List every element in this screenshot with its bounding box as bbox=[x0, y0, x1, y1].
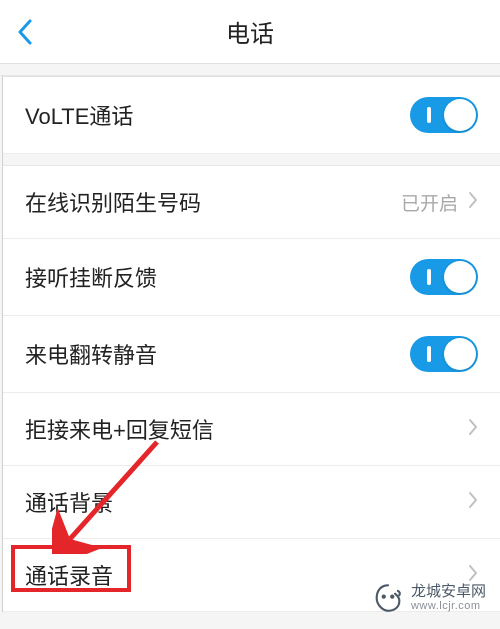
settings-list: VoLTE通话 在线识别陌生号码 已开启 接听挂断反馈 来电翻转静音 拒接来电+… bbox=[2, 76, 500, 612]
toggle-on-indicator bbox=[427, 107, 431, 123]
row-identify-numbers[interactable]: 在线识别陌生号码 已开启 bbox=[3, 166, 500, 239]
watermark-url: www.lcjr.com bbox=[411, 600, 486, 613]
chevron-right-icon bbox=[468, 191, 478, 214]
row-right bbox=[468, 418, 478, 441]
back-button[interactable] bbox=[0, 0, 50, 64]
toggle-on-indicator bbox=[427, 346, 431, 362]
chevron-right-icon bbox=[468, 491, 478, 514]
row-volte[interactable]: VoLTE通话 bbox=[3, 77, 500, 154]
watermark-icon bbox=[371, 581, 405, 615]
row-flip-mute[interactable]: 来电翻转静音 bbox=[3, 316, 500, 393]
chevron-right-icon bbox=[468, 418, 478, 441]
toggle-on-indicator bbox=[427, 269, 431, 285]
row-right: 已开启 bbox=[401, 189, 478, 216]
section-gap bbox=[0, 64, 500, 76]
row-label: 在线识别陌生号码 bbox=[25, 186, 201, 218]
row-label: 通话录音 bbox=[25, 559, 113, 591]
watermark: 龙城安卓网 www.lcjr.com bbox=[371, 581, 486, 615]
back-icon bbox=[17, 19, 33, 45]
row-label: 拒接来电+回复短信 bbox=[25, 413, 214, 445]
toggle-knob bbox=[444, 99, 476, 131]
row-label: 来电翻转静音 bbox=[25, 338, 157, 370]
page-title: 电话 bbox=[226, 14, 274, 49]
row-reject-sms[interactable]: 拒接来电+回复短信 bbox=[3, 393, 500, 466]
row-call-background[interactable]: 通话背景 bbox=[3, 466, 500, 539]
watermark-text: 龙城安卓网 www.lcjr.com bbox=[411, 583, 486, 613]
toggle-knob bbox=[444, 261, 476, 293]
watermark-title: 龙城安卓网 bbox=[411, 583, 486, 600]
row-right bbox=[468, 491, 478, 514]
header: 电话 bbox=[0, 0, 500, 64]
row-label: 通话背景 bbox=[25, 486, 113, 518]
row-label: 接听挂断反馈 bbox=[25, 261, 157, 293]
row-label: VoLTE通话 bbox=[25, 99, 133, 131]
toggle-feedback[interactable] bbox=[410, 259, 478, 295]
toggle-flip-mute[interactable] bbox=[410, 336, 478, 372]
row-answer-feedback[interactable]: 接听挂断反馈 bbox=[3, 239, 500, 316]
toggle-knob bbox=[444, 338, 476, 370]
row-value: 已开启 bbox=[401, 189, 458, 216]
toggle-volte[interactable] bbox=[410, 97, 478, 133]
section-gap bbox=[3, 154, 500, 166]
